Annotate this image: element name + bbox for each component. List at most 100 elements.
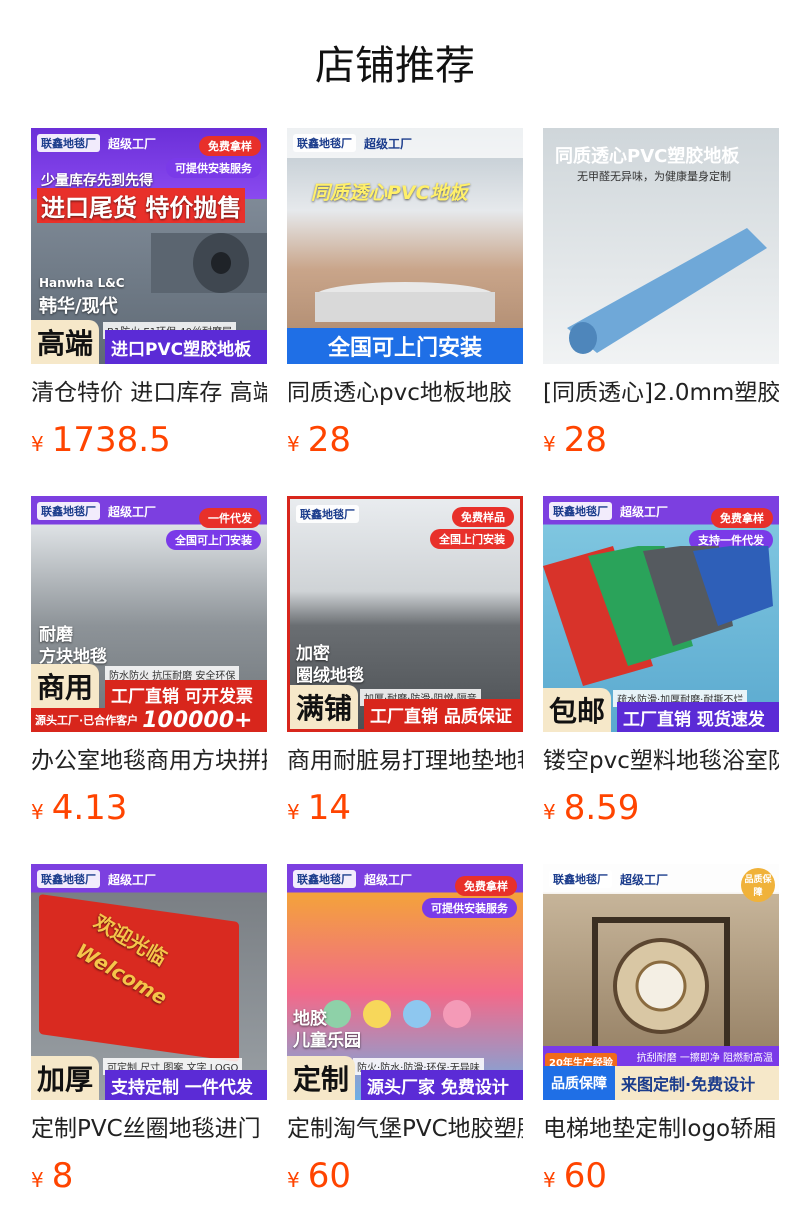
corner-tag: 包邮 (543, 688, 612, 732)
corner-tag: 高端 (31, 320, 100, 364)
product-image[interactable]: 联鑫地毯厂 超级工厂 一件代发 全国可上门安装 耐磨 方块地毯 防水防火 抗压耐… (31, 496, 267, 732)
corner-tag: 商用 (31, 664, 100, 708)
floor-roll-icon (567, 228, 767, 354)
product-price: ¥1738.5 (31, 420, 267, 460)
promo-badge: 免费拿样 (455, 876, 517, 896)
product-name[interactable]: 电梯地垫定制logo轿厢 (543, 1114, 779, 1144)
image-topbar: 联鑫地毯厂 超级工厂 (31, 864, 267, 894)
brand-logo: 联鑫地毯厂 (37, 134, 100, 152)
product-image[interactable]: 联鑫地毯厂 超级工厂 欢迎光临 Welcome 可定制 尺寸 图案 文字 LOG… (31, 864, 267, 1100)
price-value: 60 (563, 1156, 607, 1196)
product-image[interactable]: 联鑫地毯厂 免费样品 全国上门安装 加密 圈绒地毯 加厚·耐磨·防滑·阻燃·隔音… (287, 496, 523, 732)
price-value: 28 (307, 420, 351, 460)
product-price: ¥60 (543, 1156, 779, 1196)
product-price: ¥14 (287, 788, 523, 828)
product-image[interactable]: 联鑫地毯厂 超级工厂 品质保障 抗刮耐磨 一擦即净 阻燃耐高温 20年生产经验 … (543, 864, 779, 1100)
brand-logo: 联鑫地毯厂 (37, 870, 100, 888)
medallion-pattern-icon (592, 917, 730, 1055)
product-card[interactable]: 联鑫地毯厂 免费样品 全国上门安装 加密 圈绒地毯 加厚·耐磨·防滑·阻燃·隔音… (287, 496, 523, 828)
product-price: ¥4.13 (31, 788, 267, 828)
product-name[interactable]: 定制淘气堡PVC地胶塑胶 (287, 1114, 523, 1144)
brand-badge: 超级工厂 (108, 136, 157, 151)
price-value: 4.13 (51, 788, 128, 828)
subheadline: 少量库存先到先得 (41, 173, 153, 189)
corner-tag: 满铺 (290, 685, 359, 729)
price-value: 14 (307, 788, 351, 828)
product-name[interactable]: 同质透心pvc地板地胶 (287, 378, 523, 408)
price-value: 1738.5 (51, 420, 171, 460)
service-badge: 可提供安装服务 (422, 898, 517, 918)
product-price: ¥60 (287, 1156, 523, 1196)
service-badge: 可提供安装服务 (166, 158, 261, 178)
brand-logo: 联鑫地毯厂 (549, 870, 612, 888)
footer-number: 100000+ (142, 707, 253, 733)
currency-symbol: ¥ (287, 800, 300, 824)
brand-logo: 联鑫地毯厂 (293, 870, 356, 888)
bottom-band: 支持定制 一件代发 (105, 1070, 267, 1100)
product-name[interactable]: 清仓特价 进口库存 高端 (31, 378, 267, 408)
quality-seal: 品质保障 (741, 868, 775, 902)
product-card[interactable]: 联鑫地毯厂 超级工厂 一件代发 全国可上门安装 耐磨 方块地毯 防水防火 抗压耐… (31, 496, 267, 828)
product-card[interactable]: 联鑫地毯厂 超级工厂 欢迎光临 Welcome 可定制 尺寸 图案 文字 LOG… (31, 864, 267, 1196)
product-image[interactable]: 联鑫地毯厂 超级工厂 免费拿样 可提供安装服务 少量库存先到先得 进口尾货 特价… (31, 128, 267, 364)
product-name[interactable]: [同质透心]2.0mm塑胶 (543, 378, 779, 408)
headline: 进口尾货 特价抛售 (37, 188, 246, 223)
bottom-band: 全国可上门安装 (287, 328, 523, 364)
subheadline: 无甲醛无异味，为健康量身定制 (577, 170, 731, 183)
bottom-band: 源头厂家 免费设计 (361, 1070, 523, 1100)
promo-badge: 免费拿样 (711, 508, 773, 528)
brand-logo: 联鑫地毯厂 (293, 134, 356, 152)
footer-strip: 源头工厂·已合作客户 100000+ (31, 708, 267, 732)
product-price: ¥8 (31, 1156, 267, 1196)
brand-badge: 超级工厂 (108, 872, 157, 887)
floor-roll-icon (315, 282, 495, 322)
product-name[interactable]: 定制PVC丝圈地毯进门 (31, 1114, 267, 1144)
corner-tag: 加厚 (31, 1056, 100, 1100)
image-topbar: 联鑫地毯厂 超级工厂 (287, 128, 523, 158)
page-title: 店铺推荐 (315, 43, 475, 89)
product-name[interactable]: 商用耐脏易打理地垫地毯 (287, 746, 523, 776)
promo-badge: 免费样品 (452, 507, 514, 527)
currency-symbol: ¥ (543, 432, 556, 456)
currency-symbol: ¥ (287, 432, 300, 456)
headline: 同质透心PVC塑胶地板 (555, 146, 740, 167)
currency-symbol: ¥ (543, 800, 556, 824)
brand-logo: 联鑫地毯厂 (549, 502, 612, 520)
product-name[interactable]: 镂空pvc塑料地毯浴室防滑 (543, 746, 779, 776)
product-price: ¥28 (287, 420, 523, 460)
product-card[interactable]: 联鑫地毯厂 超级工厂 免费拿样 支持一件代发 疏水防滑·加厚耐磨·耐撕不烂 包邮… (543, 496, 779, 828)
bottom-band: 来图定制·免费设计 (615, 1066, 779, 1100)
floor-roll-icon (151, 233, 267, 293)
mat-rolls-icon (543, 546, 773, 686)
footer-text: 源头工厂·已合作客户 (35, 714, 139, 727)
corner-tag: 定制 (287, 1056, 356, 1100)
brand-badge: 超级工厂 (364, 136, 413, 151)
product-card[interactable]: 联鑫地毯厂 超级工厂 免费拿样 可提供安装服务 少量库存先到先得 进口尾货 特价… (31, 128, 267, 460)
currency-symbol: ¥ (31, 1168, 44, 1192)
brand-badge: 超级工厂 (364, 872, 413, 887)
product-image[interactable]: 联鑫地毯厂 超级工厂 同质透心PVC地板 全国可上门安装 (287, 128, 523, 364)
promo-badge: 免费拿样 (199, 136, 261, 156)
bottom-band: 工厂直销 可开发票 (105, 680, 267, 708)
service-badge: 全国可上门安装 (166, 530, 261, 550)
currency-symbol: ¥ (287, 1168, 300, 1192)
product-card[interactable]: 同质透心PVC塑胶地板 无甲醛无异味，为健康量身定制 [同质透心]2.0mm塑胶… (543, 128, 779, 460)
price-value: 8 (51, 1156, 74, 1196)
bottom-band: 工厂直销 品质保证 (364, 699, 520, 729)
price-value: 8.59 (563, 788, 640, 828)
product-image[interactable]: 联鑫地毯厂 超级工厂 免费拿样 可提供安装服务 地胶 儿童乐园 防火·防水·防滑… (287, 864, 523, 1100)
product-image[interactable]: 联鑫地毯厂 超级工厂 免费拿样 支持一件代发 疏水防滑·加厚耐磨·耐撕不烂 包邮… (543, 496, 779, 732)
product-card[interactable]: 联鑫地毯厂 超级工厂 同质透心PVC地板 全国可上门安装 同质透心pvc地板地胶… (287, 128, 523, 460)
product-card[interactable]: 联鑫地毯厂 超级工厂 免费拿样 可提供安装服务 地胶 儿童乐园 防火·防水·防滑… (287, 864, 523, 1196)
product-name[interactable]: 办公室地毯商用方块拼接 (31, 746, 267, 776)
quality-tag: 品质保障 (543, 1066, 615, 1100)
price-value: 28 (563, 420, 607, 460)
service-badge: 全国上门安装 (430, 529, 514, 549)
label-line2: 儿童乐园 (293, 1031, 361, 1051)
label-line2: 圈绒地毯 (296, 666, 364, 686)
brand-logo: 联鑫地毯厂 (296, 505, 359, 523)
product-card[interactable]: 联鑫地毯厂 超级工厂 品质保障 抗刮耐磨 一擦即净 阻燃耐高温 20年生产经验 … (543, 864, 779, 1196)
headline: 同质透心PVC地板 (311, 182, 468, 204)
currency-symbol: ¥ (543, 1168, 556, 1192)
product-image[interactable]: 同质透心PVC塑胶地板 无甲醛无异味，为健康量身定制 (543, 128, 779, 364)
